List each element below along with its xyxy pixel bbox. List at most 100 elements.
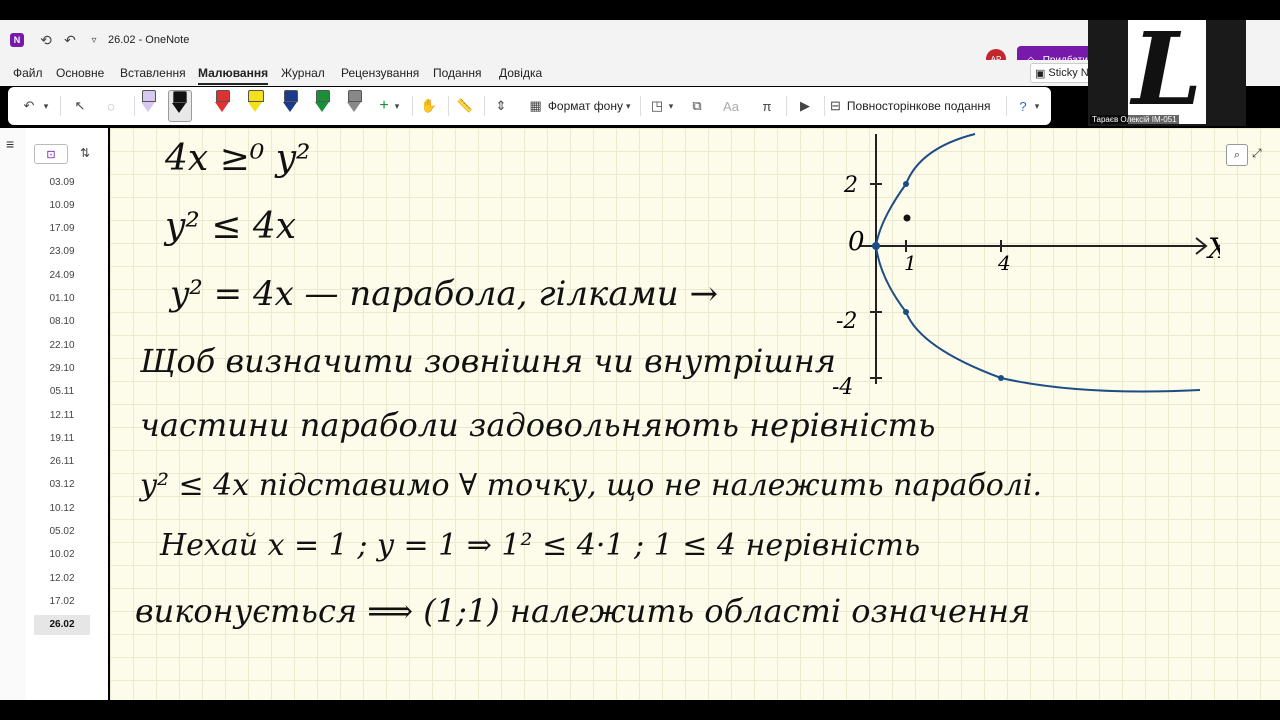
page-item[interactable]: 12.11	[34, 405, 90, 425]
x-axis-label: X	[1206, 232, 1220, 265]
quick-access-dropdown-icon[interactable]: ▿	[84, 20, 104, 60]
document-title: 26.02 - OneNote	[108, 34, 190, 46]
page-item[interactable]: 22.10	[34, 335, 90, 355]
green-pen-icon[interactable]	[315, 90, 330, 112]
page-item[interactable]: 17.02	[34, 591, 90, 611]
black-pen-icon[interactable]	[168, 90, 192, 122]
gray-pencil-icon[interactable]	[347, 90, 362, 112]
note-line-1: 4x ≥⁰ y²	[165, 138, 311, 179]
page-item[interactable]: 10.09	[34, 195, 90, 215]
full-page-view-button[interactable]: ⊟ Повносторінкове подання	[830, 87, 1000, 125]
navigation-pane: ≡ ⊡ ⇅ 03.09 10.09 17.09 23.09 24.09 01.10 08.1…	[0, 128, 108, 700]
undo-icon[interactable]: ↶	[60, 20, 80, 60]
page-item[interactable]: 29.10	[34, 358, 90, 378]
undo-dropdown-icon[interactable]: ▾	[40, 87, 52, 125]
menu-help[interactable]: Довідка	[499, 66, 542, 80]
menu-history[interactable]: Журнал	[281, 66, 325, 80]
sort-icon[interactable]: ⇅	[80, 146, 90, 160]
page-item[interactable]: 03.12	[34, 475, 90, 495]
sticky-notes-button[interactable]: ▣ Sticky No	[1030, 63, 1092, 83]
webcam-name: Тараєв Олексій ІМ-051	[1090, 115, 1179, 124]
insert-space-icon[interactable]: ⇕	[490, 87, 512, 125]
full-page-view-label: Повносторінкове подання	[846, 99, 991, 113]
page-item[interactable]: 26.11	[34, 452, 90, 472]
shapes-dropdown-icon[interactable]: ▾	[666, 87, 676, 125]
grid-icon: ▦	[529, 98, 542, 113]
parabola-curve	[874, 133, 1201, 393]
webcam-overlay: L Тараєв Олексій ІМ-051	[1088, 10, 1246, 128]
eraser-pen-icon[interactable]	[141, 90, 156, 112]
x-tick-label: 4	[997, 251, 1011, 275]
ink-replay-icon[interactable]: ▶	[794, 87, 816, 125]
expand-icon[interactable]: ⤢	[1252, 146, 1262, 161]
ink-to-text-icon[interactable]: Aa	[720, 87, 742, 125]
back-icon[interactable]: ⟲	[36, 20, 56, 60]
y-tick-label: -2	[836, 309, 857, 334]
note-line-2: y² ≤ 4x	[165, 206, 297, 247]
add-pen-icon[interactable]: +	[374, 87, 394, 125]
help-icon[interactable]: ?	[1012, 87, 1034, 125]
note-canvas[interactable]: 4x ≥⁰ y² y² ≤ 4x y² = 4x — парабола, гіл…	[110, 128, 1280, 700]
ribbon-divider	[640, 96, 641, 116]
note-line-5: частини параболи задовольняють нерівніст…	[140, 406, 936, 444]
select-arrow-icon[interactable]: ↖	[70, 87, 90, 125]
curve-point	[998, 375, 1004, 381]
page-item[interactable]: 12.02	[34, 568, 90, 588]
page-item[interactable]: 08.10	[34, 312, 90, 332]
yellow-highlighter-icon[interactable]	[248, 90, 264, 112]
app-icon: N	[10, 20, 28, 60]
menu-file[interactable]: Файл	[13, 66, 43, 80]
page-item[interactable]: 05.11	[34, 382, 90, 402]
note-line-6: y² ≤ 4x підставимо ∀ точку, що не належи…	[140, 468, 1043, 503]
page-item[interactable]: 17.09	[34, 219, 90, 239]
menu-home[interactable]: Основне	[56, 66, 104, 80]
menu-review[interactable]: Рецензування	[341, 66, 419, 80]
undo-icon[interactable]: ↶	[18, 87, 40, 125]
page-item[interactable]: 03.09	[34, 172, 90, 192]
page-item[interactable]: 10.12	[34, 498, 90, 518]
page-item[interactable]: 19.11	[34, 428, 90, 448]
red-pen-icon[interactable]	[215, 90, 230, 112]
add-page-icon: ⊡	[46, 148, 56, 161]
page-item[interactable]: 23.09	[34, 242, 90, 262]
ribbon-divider	[824, 96, 825, 116]
ribbon-divider	[412, 96, 413, 116]
add-pen-dropdown-icon[interactable]: ▾	[392, 87, 402, 125]
ribbon-divider	[484, 96, 485, 116]
video-letterbox-top	[0, 0, 1280, 20]
page-item[interactable]: 26.02	[34, 614, 90, 635]
hamburger-menu-icon[interactable]: ≡	[6, 136, 14, 152]
shapes-icon[interactable]: ◳	[646, 87, 668, 125]
ink-to-shape-icon[interactable]: ⧉	[686, 87, 708, 125]
lasso-select-icon[interactable]: ◌	[98, 87, 124, 125]
sample-point	[903, 214, 911, 222]
background-format-button[interactable]: ▦ Формат фону ▾	[520, 87, 640, 125]
page-item[interactable]: 01.10	[34, 289, 90, 309]
webcam-logo-card: L	[1128, 10, 1206, 128]
menu-draw[interactable]: Малювання	[198, 66, 269, 85]
page-item[interactable]: 05.02	[34, 522, 90, 542]
origin-point	[872, 242, 880, 250]
page-item[interactable]: 24.09	[34, 265, 90, 285]
pan-hand-icon[interactable]: ✋	[418, 87, 440, 125]
ribbon-divider	[134, 96, 135, 116]
page-item[interactable]: 10.02	[34, 545, 90, 565]
full-page-view-icon: ⊟	[830, 98, 841, 113]
menu-view[interactable]: Подання	[433, 66, 481, 80]
parabola-graph: 0 1 4 2 -2 -4 X	[832, 133, 1220, 400]
help-dropdown-icon[interactable]: ▾	[1032, 87, 1042, 125]
add-page-button[interactable]: ⊡	[34, 144, 68, 164]
y-tick-label: 2	[843, 173, 858, 198]
y-tick-label: -4	[832, 375, 853, 400]
ink-to-math-icon[interactable]: π	[756, 87, 778, 125]
draw-ribbon: ↶ ▾ ↖ ◌ + ▾ ✋ 📏 ⇕ ▦ Формат фону ▾ ◳ ▾ ⧉ …	[8, 87, 1051, 125]
x-tick-label: 1	[904, 251, 917, 275]
sticky-note-icon: ▣	[1035, 67, 1046, 80]
menu-insert[interactable]: Вставлення	[120, 66, 186, 80]
ruler-icon[interactable]: 📏	[454, 87, 476, 125]
dark-blue-pen-icon[interactable]	[283, 90, 298, 112]
chevron-down-icon: ▾	[625, 100, 631, 111]
search-icon[interactable]: ⌕	[1226, 144, 1248, 166]
logo-letter: L	[1131, 10, 1203, 128]
note-line-7: Нехай x = 1 ; y = 1 ⇒ 1² ≤ 4·1 ; 1 ≤ 4 н…	[160, 528, 921, 563]
